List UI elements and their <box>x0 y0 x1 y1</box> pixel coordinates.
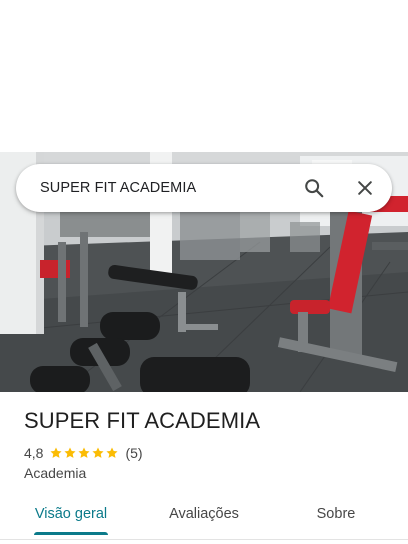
search-icon <box>305 179 324 198</box>
tabs-divider <box>0 539 408 540</box>
close-icon <box>358 181 372 195</box>
search-button[interactable] <box>298 172 330 204</box>
rating-row[interactable]: 4,8 (5) <box>24 444 143 462</box>
place-category[interactable]: Academia <box>24 465 86 481</box>
tab-bar: Visão geral Avaliações Sobre <box>0 496 408 540</box>
search-bar[interactable]: SUPER FIT ACADEMIA <box>16 164 392 212</box>
star-icon <box>50 447 63 458</box>
place-title: SUPER FIT ACADEMIA <box>24 408 261 433</box>
tab-reviews[interactable]: Avaliações <box>150 496 258 534</box>
tab-overview[interactable]: Visão geral <box>22 496 120 534</box>
tab-about[interactable]: Sobre <box>296 496 376 534</box>
star-icon <box>78 447 91 458</box>
search-input[interactable]: SUPER FIT ACADEMIA <box>40 164 196 212</box>
star-icon <box>64 447 77 458</box>
star-icon <box>92 447 105 458</box>
active-tab-indicator <box>34 532 108 535</box>
close-button[interactable] <box>349 172 381 204</box>
blank-area <box>0 0 408 152</box>
review-count[interactable]: (5) <box>125 445 142 461</box>
rating-stars <box>49 446 119 460</box>
rating-value: 4,8 <box>24 445 44 461</box>
star-icon <box>106 447 119 458</box>
